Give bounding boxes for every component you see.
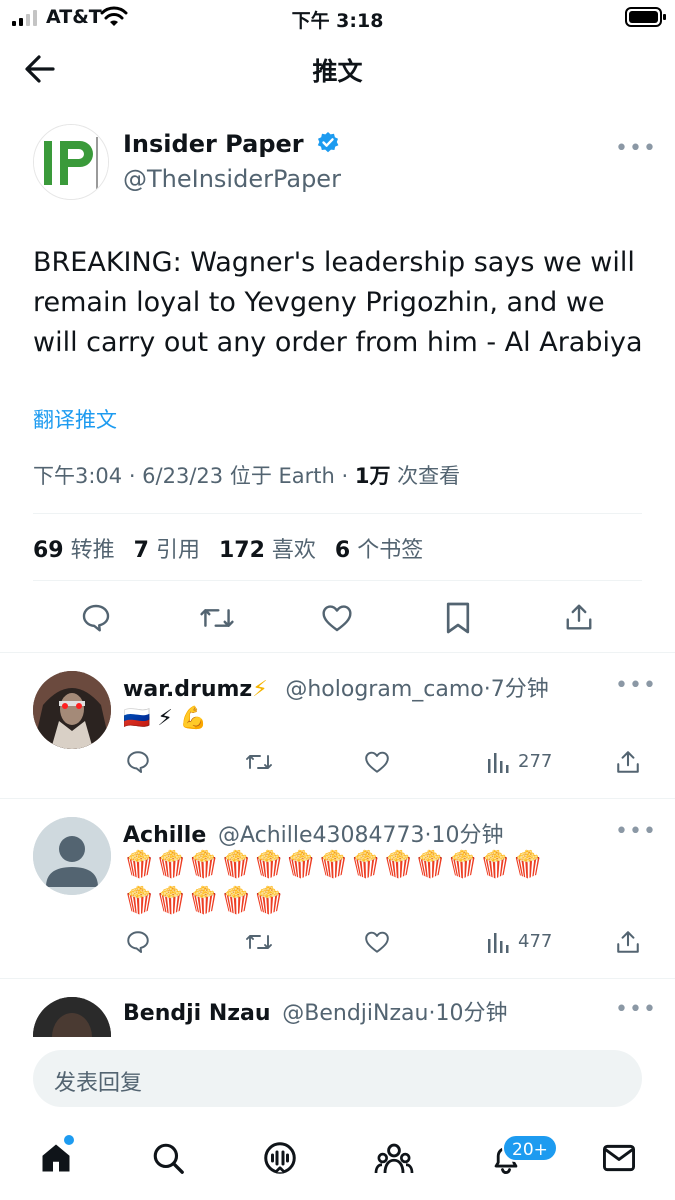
reply-author-handle[interactable]: @BendjiNzau (282, 1001, 428, 1026)
reply-avatar[interactable] (33, 997, 111, 1037)
reply-item[interactable]: war.drumz⚡ @hologram_camo·7分钟 ••• 🇷🇺 ⚡ 💪… (0, 653, 675, 798)
more-options-icon[interactable]: ••• (615, 997, 657, 1022)
home-icon[interactable] (38, 1140, 74, 1176)
stat-bookmarks[interactable]: 6 个书签 (335, 538, 423, 563)
insider-paper-logo (34, 125, 108, 199)
tweet-timestamp: 下午3:04 · 6/23/23 位于 Earth · (33, 464, 349, 488)
share-icon[interactable] (564, 601, 594, 633)
views-icon[interactable] (486, 751, 510, 773)
translate-tweet-link[interactable]: 翻译推文 (33, 404, 117, 434)
retweet-icon[interactable] (244, 750, 274, 774)
reply-author-handle[interactable]: @Achille43084773 (218, 823, 425, 848)
communities-icon[interactable] (374, 1140, 414, 1176)
stat-quotes[interactable]: 7 引用 (134, 538, 200, 563)
author-avatar[interactable] (33, 124, 109, 200)
tweet-text: BREAKING: Wagner's leadership says we wi… (33, 247, 643, 358)
lightning-emoji: ⚡ (252, 677, 268, 702)
reply-item[interactable]: Bendji Nzau @BendjiNzau·10分钟 ••• (0, 979, 675, 1037)
reply-text: 🇷🇺 ⚡ 💪 (123, 706, 208, 731)
reply-avatar[interactable] (33, 817, 111, 895)
status-bar: AT&T 下午 3:18 (0, 0, 675, 36)
stat-likes[interactable]: 172 喜欢 (219, 538, 316, 563)
retweet-icon[interactable] (199, 602, 235, 634)
default-avatar-icon (33, 817, 111, 895)
views-count: 277 (518, 751, 553, 772)
home-unread-dot (64, 1135, 74, 1145)
reply-text-line: 🍿🍿🍿🍿🍿 (123, 886, 285, 916)
divider (33, 513, 642, 514)
reply-icon[interactable] (125, 749, 151, 775)
search-icon[interactable] (151, 1141, 185, 1175)
reply-avatar[interactable] (33, 671, 111, 749)
avatar-image (33, 671, 111, 749)
author-name-row[interactable]: Insider Paper (123, 130, 340, 158)
reply-header: war.drumz⚡ @hologram_camo·7分钟 (123, 671, 549, 703)
clock: 下午 3:18 (291, 10, 384, 32)
battery-icon (625, 7, 666, 27)
more-options-icon[interactable]: ••• (615, 819, 657, 844)
verified-badge-icon (317, 132, 339, 153)
views-label: 次查看 (397, 464, 461, 488)
reply-text-line: 🍿🍿🍿🍿🍿🍿🍿🍿🍿🍿🍿🍿🍿 (123, 850, 544, 880)
reply-icon[interactable] (80, 602, 112, 634)
author-handle[interactable]: @TheInsiderPaper (123, 165, 341, 193)
spaces-icon[interactable] (262, 1140, 298, 1176)
reply-author-name[interactable]: Bendji Nzau (123, 1001, 271, 1026)
avatar-image (33, 997, 111, 1037)
reply-author-name[interactable]: Achille (123, 823, 206, 848)
more-options-icon[interactable]: ••• (615, 136, 657, 161)
more-options-icon[interactable]: ••• (615, 673, 657, 698)
share-icon[interactable] (615, 928, 641, 956)
messages-icon[interactable] (601, 1142, 637, 1174)
views-count: 1万 (354, 464, 391, 488)
page-title: 推文 (312, 57, 363, 86)
stat-retweets[interactable]: 69 转推 (33, 538, 115, 563)
tweet-meta: 下午3:04 · 6/23/23 位于 Earth · 1万 次查看 (33, 460, 460, 490)
like-icon[interactable] (364, 930, 390, 954)
tweet-stats: 69 转推 7 引用 172 喜欢 6 个书签 (33, 532, 435, 564)
bookmark-icon[interactable] (444, 601, 472, 635)
reply-composer-placeholder: 发表回复 (54, 1071, 143, 1096)
notification-badge: 20+ (502, 1134, 558, 1162)
like-icon[interactable] (321, 603, 353, 633)
reply-time: ·10分钟 (424, 823, 504, 848)
views-icon[interactable] (486, 931, 510, 953)
reply-header: Achille @Achille43084773·10分钟 (123, 817, 504, 849)
reply-item[interactable]: Achille @Achille43084773·10分钟 ••• 🍿🍿🍿🍿🍿🍿… (0, 799, 675, 978)
reply-time: ·10分钟 (428, 1001, 508, 1026)
reply-header: Bendji Nzau @BendjiNzau·10分钟 (123, 995, 507, 1027)
retweet-icon[interactable] (244, 930, 274, 954)
divider (33, 580, 642, 581)
share-icon[interactable] (615, 748, 641, 776)
views-count: 477 (518, 931, 553, 952)
reply-author-handle[interactable]: @hologram_camo (285, 677, 483, 702)
author-name[interactable]: Insider Paper (123, 130, 304, 158)
reply-time: ·7分钟 (483, 677, 549, 702)
reply-author-name[interactable]: war.drumz (123, 677, 252, 702)
reply-icon[interactable] (125, 929, 151, 955)
like-icon[interactable] (364, 750, 390, 774)
